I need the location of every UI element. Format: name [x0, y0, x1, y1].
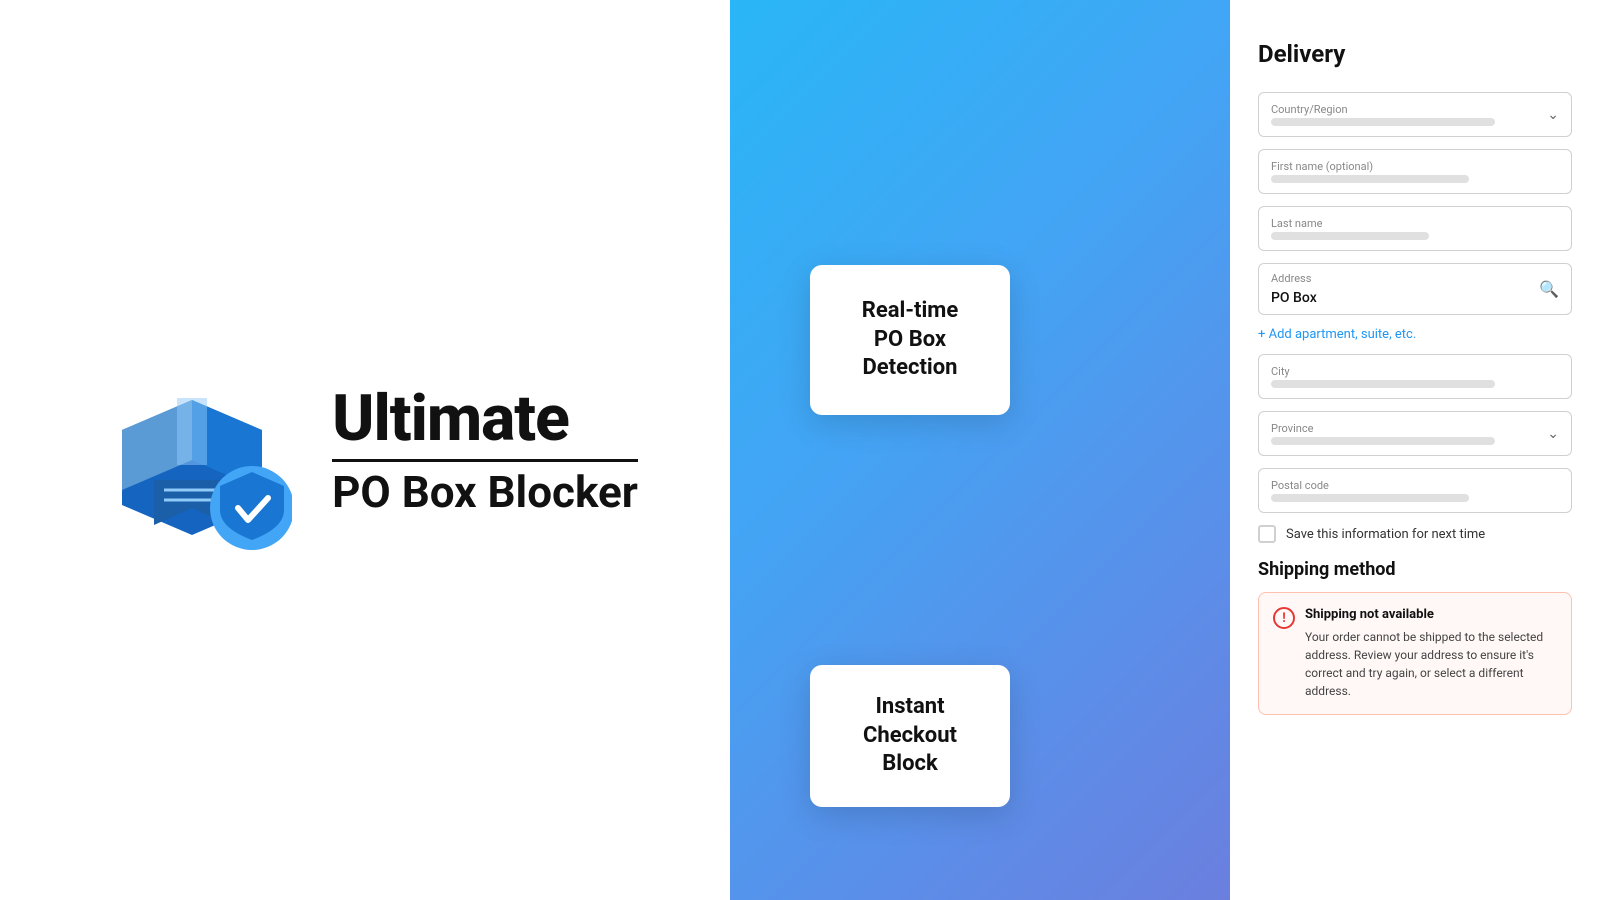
error-icon: !: [1273, 607, 1295, 629]
error-title: Shipping not available: [1305, 607, 1557, 622]
logo-subtitle: PO Box Blocker: [332, 470, 638, 514]
delivery-panel: Delivery Country/Region ⌄ First name (op…: [1230, 0, 1600, 900]
shipping-error-box: ! Shipping not available Your order cann…: [1258, 592, 1572, 715]
province-select[interactable]: Province ⌄: [1258, 411, 1572, 456]
add-apartment-link[interactable]: + Add apartment, suite, etc.: [1258, 327, 1572, 342]
right-panel: Real-time PO Box Detection Instant Check…: [730, 0, 1600, 900]
left-panel: Ultimate PO Box Blocker: [0, 0, 730, 900]
province-label: Province: [1271, 422, 1535, 435]
address-field: Address PO Box 🔍: [1258, 263, 1572, 315]
checkout-card: Instant Checkout Block: [810, 665, 1010, 807]
first-name-bar: [1271, 175, 1469, 183]
first-name-input[interactable]: First name (optional): [1258, 149, 1572, 194]
detection-card-text: Real-time PO Box Detection: [862, 298, 958, 380]
address-value: PO Box: [1271, 290, 1317, 306]
postal-code-input[interactable]: Postal code: [1258, 468, 1572, 513]
postal-code-bar: [1271, 494, 1469, 502]
province-bar: [1271, 437, 1495, 445]
logo-divider: [332, 459, 638, 462]
error-body: Your order cannot be shipped to the sele…: [1305, 628, 1557, 700]
last-name-field: Last name: [1258, 206, 1572, 251]
first-name-field: First name (optional): [1258, 149, 1572, 194]
address-label: Address: [1271, 272, 1535, 285]
province-field: Province ⌄: [1258, 411, 1572, 456]
save-label: Save this information for next time: [1286, 527, 1485, 542]
address-input[interactable]: Address PO Box 🔍: [1258, 263, 1572, 315]
checkout-card-text: Instant Checkout Block: [863, 694, 957, 776]
logo-text: Ultimate PO Box Blocker: [332, 387, 638, 514]
logo-area: Ultimate PO Box Blocker: [92, 350, 638, 550]
country-label: Country/Region: [1271, 103, 1535, 116]
postal-code-label: Postal code: [1271, 479, 1535, 492]
first-name-label: First name (optional): [1271, 160, 1535, 173]
country-select[interactable]: Country/Region ⌄: [1258, 92, 1572, 137]
detection-card: Real-time PO Box Detection: [810, 265, 1010, 415]
city-input[interactable]: City: [1258, 354, 1572, 399]
logo-icon: [92, 350, 292, 550]
city-bar: [1271, 380, 1495, 388]
postal-code-field: Postal code: [1258, 468, 1572, 513]
logo-title: Ultimate: [332, 387, 638, 451]
province-chevron-icon: ⌄: [1547, 426, 1559, 442]
save-checkbox[interactable]: [1258, 525, 1276, 543]
country-bar: [1271, 118, 1495, 126]
delivery-title: Delivery: [1258, 40, 1572, 68]
save-checkbox-row: Save this information for next time: [1258, 525, 1572, 543]
city-field: City: [1258, 354, 1572, 399]
last-name-input[interactable]: Last name: [1258, 206, 1572, 251]
search-icon: 🔍: [1539, 280, 1559, 299]
city-label: City: [1271, 365, 1535, 378]
country-field: Country/Region ⌄: [1258, 92, 1572, 137]
last-name-bar: [1271, 232, 1429, 240]
chevron-down-icon: ⌄: [1547, 107, 1559, 123]
error-content: Shipping not available Your order cannot…: [1305, 607, 1557, 700]
shipping-method-title: Shipping method: [1258, 559, 1572, 580]
last-name-label: Last name: [1271, 217, 1535, 230]
